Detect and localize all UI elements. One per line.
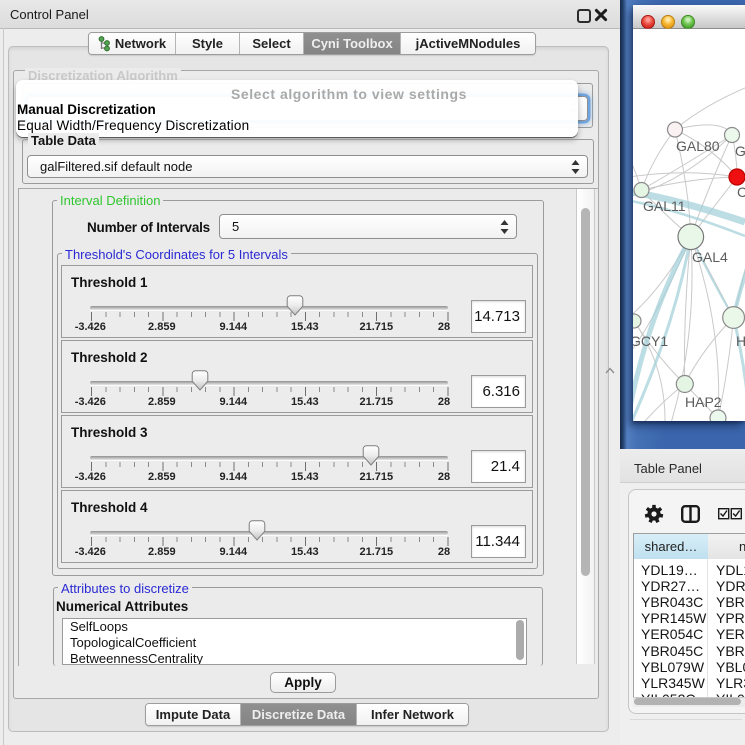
svg-text:C: C [737, 184, 745, 200]
svg-text:GA: GA [735, 143, 745, 159]
svg-text:GAL80: GAL80 [676, 138, 720, 154]
svg-text:GCY1: GCY1 [633, 333, 668, 349]
svg-text:H: H [736, 333, 745, 349]
svg-text:GAL4: GAL4 [692, 249, 728, 265]
svg-text:HAP2: HAP2 [685, 394, 722, 410]
svg-text:GAL11: GAL11 [643, 198, 686, 214]
